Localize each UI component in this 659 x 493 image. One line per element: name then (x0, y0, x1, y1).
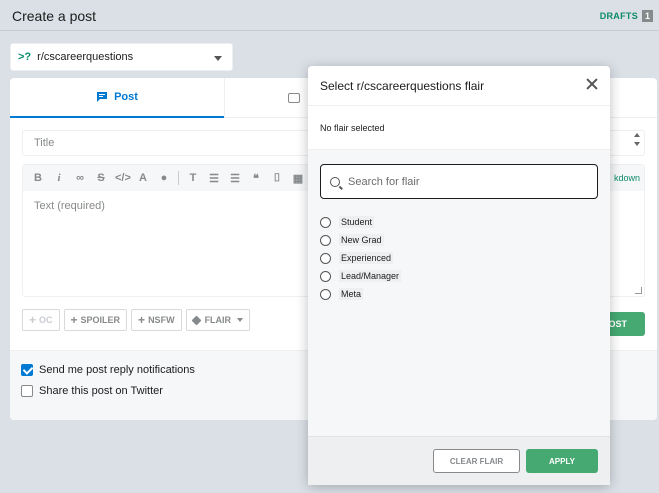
image-icon (288, 93, 300, 103)
markdown-mode-link[interactable]: kdown (614, 173, 640, 183)
code-block-icon[interactable]: ⌷ (270, 172, 284, 185)
twitter-share-checkbox[interactable] (21, 385, 33, 397)
oc-button[interactable]: + OC (22, 309, 60, 331)
flair-option[interactable]: Lead/Manager (320, 267, 402, 285)
title-placeholder: Title (34, 137, 55, 149)
spoiler-button[interactable]: + SPOILER (63, 309, 128, 331)
page-header: Create a post DRAFTS 1 (0, 0, 659, 31)
modal-header: Select r/cscareerquestions flair (308, 66, 610, 106)
nsfw-label: NSFW (148, 315, 175, 325)
oc-label: OC (39, 315, 53, 325)
post-icon (97, 92, 108, 102)
drafts-count-badge: 1 (642, 10, 653, 22)
no-flair-selected-text: No flair selected (320, 123, 385, 133)
page-title: Create a post (12, 8, 97, 24)
resize-handle[interactable] (635, 287, 642, 294)
tab-post-label: Post (114, 91, 138, 103)
chevron-down-icon (237, 318, 244, 322)
plus-icon: + (138, 313, 146, 327)
community-selector[interactable]: >? r/cscareerquestions (10, 43, 233, 71)
flair-button[interactable]: FLAIR (185, 309, 251, 331)
spoiler-icon[interactable]: ● (157, 172, 171, 184)
body-placeholder: Text (required) (34, 200, 105, 212)
plus-icon: + (29, 313, 37, 327)
flair-option[interactable]: New Grad (320, 231, 401, 249)
apply-button[interactable]: APPLY (526, 449, 598, 473)
plus-icon: + (70, 313, 78, 327)
nsfw-button[interactable]: + NSFW (131, 309, 182, 331)
table-icon[interactable]: ▦ (291, 172, 305, 185)
bold-icon[interactable]: B (31, 172, 45, 184)
flair-search-placeholder: Search for flair (348, 175, 420, 188)
tab-images[interactable] (224, 78, 314, 118)
flair-radio[interactable] (320, 270, 331, 282)
flair-radio[interactable] (320, 252, 331, 264)
inline-code-icon[interactable]: </> (115, 172, 131, 184)
reply-notifications-label: Send me post reply notifications (39, 364, 195, 376)
title-spinner[interactable] (634, 133, 640, 146)
flair-list-panel: Search for flair Student New Grad Experi… (308, 149, 610, 436)
drafts-label: DRAFTS (599, 11, 638, 21)
modal-title: Select r/cscareerquestions flair (320, 79, 485, 93)
flair-label: Meta (339, 288, 364, 300)
flair-label: Experienced (339, 252, 394, 264)
flair-radio[interactable] (320, 234, 331, 246)
community-icon: >? (18, 51, 32, 63)
quote-icon[interactable]: ❝ (249, 172, 263, 185)
flair-options: Student New Grad Experienced Lead/Manage… (320, 213, 402, 303)
flair-modal: Select r/cscareerquestions flair No flai… (308, 66, 610, 485)
flair-search-input[interactable]: Search for flair (320, 164, 598, 199)
spin-down-icon[interactable] (634, 142, 640, 146)
numbered-list-icon[interactable]: ☰ (228, 172, 242, 185)
twitter-share-label: Share this post on Twitter (39, 385, 163, 397)
link-icon[interactable]: ∞ (73, 172, 87, 184)
flair-label: Student (339, 216, 375, 228)
flair-label: New Grad (339, 234, 384, 246)
italic-icon[interactable]: i (52, 172, 66, 184)
tag-icon (191, 315, 202, 325)
flair-option[interactable]: Student (320, 213, 401, 231)
community-name: r/cscareerquestions (37, 51, 134, 63)
superscript-icon[interactable]: A (136, 172, 150, 184)
search-icon (330, 176, 340, 187)
spoiler-label: SPOILER (80, 315, 121, 325)
flair-label: Lead/Manager (339, 270, 402, 282)
flair-radio[interactable] (320, 288, 331, 300)
bulleted-list-icon[interactable]: ☰ (207, 172, 221, 185)
heading-icon[interactable]: T (186, 172, 200, 184)
modal-footer: CLEAR FLAIR APPLY (308, 436, 610, 485)
flair-option[interactable]: Meta (320, 285, 401, 303)
reply-notifications-checkbox[interactable] (21, 364, 33, 376)
drafts-button[interactable]: DRAFTS 1 (600, 10, 653, 22)
chevron-down-icon (214, 56, 222, 61)
reply-notifications-option[interactable]: Send me post reply notifications (21, 364, 195, 376)
flair-option[interactable]: Experienced (320, 249, 401, 267)
close-icon[interactable] (586, 78, 598, 90)
tab-post[interactable]: Post (10, 78, 224, 118)
flair-label: FLAIR (204, 315, 232, 325)
clear-flair-button[interactable]: CLEAR FLAIR (433, 449, 520, 473)
flair-radio[interactable] (320, 216, 331, 228)
toolbar-divider (178, 171, 179, 185)
strikethrough-icon[interactable]: S (94, 172, 108, 184)
twitter-share-option[interactable]: Share this post on Twitter (21, 385, 163, 397)
post-options: + OC + SPOILER + NSFW FLAIR (22, 309, 251, 331)
spin-up-icon[interactable] (634, 133, 640, 137)
